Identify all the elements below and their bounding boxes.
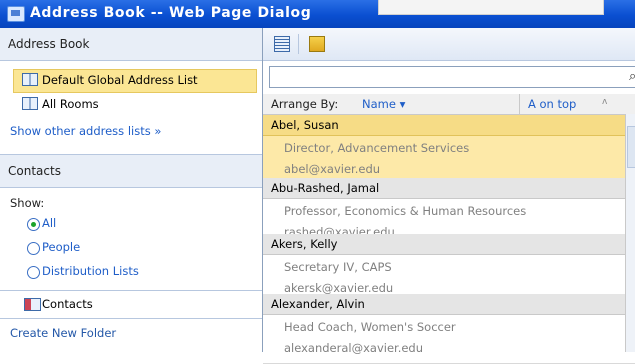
contact-email: akersk@xavier.edu [284, 281, 394, 295]
address-list-default-global[interactable]: Default Global Address List [0, 68, 262, 93]
show-other-address-lists-link[interactable]: Show other address lists » [10, 124, 161, 138]
address-book-icon [22, 97, 38, 110]
divider [0, 318, 262, 319]
contact-name: Abu-Rashed, Jamal [271, 181, 380, 195]
sort-up-icon: ʌ [602, 97, 608, 107]
toolbar-separator [298, 34, 299, 54]
contacts-folder-label: Contacts [42, 297, 93, 311]
contacts-folder[interactable]: Contacts [0, 292, 262, 316]
contact-name: Akers, Kelly [271, 237, 338, 251]
vertical-scrollbar[interactable] [625, 114, 635, 352]
contact-title: Director, Advancement Services [284, 141, 470, 155]
contact-name-row[interactable]: Abu-Rashed, Jamal [263, 178, 635, 199]
address-book-heading: Address Book [8, 37, 90, 51]
dialog-icon [7, 6, 25, 22]
contact-name-row[interactable]: Abel, Susan [263, 115, 635, 136]
sort-order-label: A on top [528, 97, 577, 111]
address-book-header: Address Book [0, 28, 262, 61]
window-title: Address Book -- Web Page Dialog [30, 5, 312, 21]
filter-all-label[interactable]: All [42, 216, 56, 230]
content-pane: ⌕ Arrange By: Name ▾ A on top ʌ Abel, Su… [263, 28, 635, 364]
filter-all-radio[interactable] [27, 218, 40, 231]
show-label: Show: [10, 196, 45, 210]
arrange-by-dropdown[interactable]: Name ▾ [362, 97, 405, 111]
contact-name: Alexander, Alvin [271, 297, 365, 311]
navigation-pane: Address Book Default Global Address List… [0, 28, 263, 352]
address-book-icon [22, 73, 38, 86]
contact-name-row[interactable]: Alexander, Alvin [263, 294, 635, 315]
contact-email: abel@xavier.edu [284, 162, 381, 176]
search-icon[interactable]: ⌕ [629, 69, 635, 84]
contact-title: Head Coach, Women's Soccer [284, 320, 456, 334]
create-new-folder-link[interactable]: Create New Folder [10, 326, 116, 340]
filter-distribution-lists-label[interactable]: Distribution Lists [42, 264, 139, 278]
filter-people-radio[interactable] [27, 242, 40, 255]
contact-detail[interactable]: Head Coach, Women's Soccer alexanderal@x… [263, 315, 635, 364]
filter-people-label[interactable]: People [42, 240, 80, 254]
toolbar [263, 28, 635, 61]
title-bar: Address Book -- Web Page Dialog [0, 0, 635, 28]
address-list-all-rooms[interactable]: All Rooms [0, 92, 262, 116]
contact-email: alexanderal@xavier.edu [284, 341, 424, 355]
new-folder-icon[interactable] [309, 36, 325, 52]
contact-title: Professor, Economics & Human Resources [284, 204, 527, 218]
sort-order-toggle[interactable]: A on top ʌ [519, 94, 624, 114]
contacts-card-icon [24, 298, 41, 311]
contact-name-row[interactable]: Akers, Kelly [263, 234, 635, 255]
contact-title: Secretary IV, CAPS [284, 260, 392, 274]
scrollbar-thumb[interactable] [627, 126, 635, 168]
address-list-label: All Rooms [42, 97, 99, 111]
arrange-by-label: Arrange By: [271, 97, 339, 111]
reading-pane-icon[interactable] [274, 36, 290, 52]
divider [0, 290, 262, 291]
contacts-heading: Contacts [8, 164, 61, 178]
address-list-label: Default Global Address List [42, 73, 198, 87]
background-window-fragment [378, 0, 604, 15]
search-input[interactable]: ⌕ [269, 66, 635, 88]
contacts-header: Contacts [0, 154, 262, 188]
contact-name: Abel, Susan [271, 118, 339, 132]
arrange-by-bar: Arrange By: Name ▾ A on top ʌ [263, 94, 635, 115]
filter-distribution-lists-radio[interactable] [27, 266, 40, 279]
